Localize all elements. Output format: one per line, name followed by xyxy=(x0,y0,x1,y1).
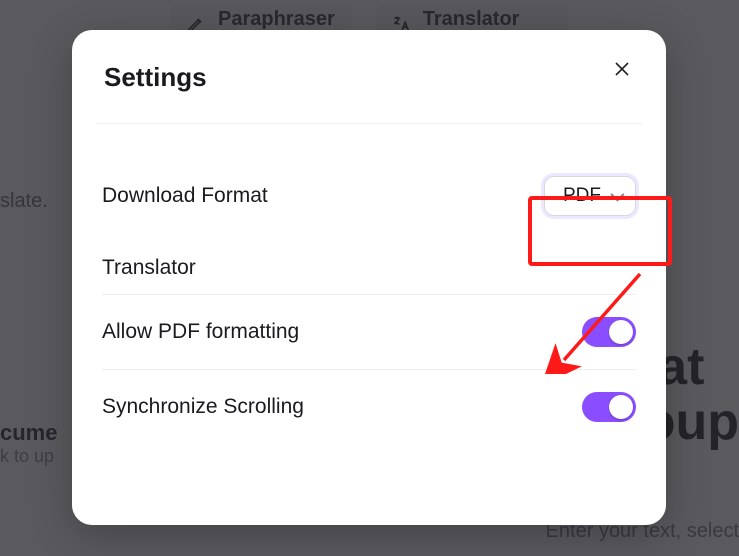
download-format-row: Download Format PDF xyxy=(102,142,636,238)
download-format-label: Download Format xyxy=(102,184,268,208)
close-icon xyxy=(614,60,630,82)
settings-modal: Settings Download Format PDF Translator … xyxy=(72,30,666,525)
sync-scroll-label: Synchronize Scrolling xyxy=(102,395,304,419)
close-button[interactable] xyxy=(610,56,634,87)
allow-pdf-toggle[interactable] xyxy=(582,317,636,347)
translator-section-title: Translator xyxy=(102,238,636,294)
allow-pdf-row: Allow PDF formatting xyxy=(102,295,636,369)
toggle-knob xyxy=(609,320,633,344)
allow-pdf-label: Allow PDF formatting xyxy=(102,320,299,344)
sync-scroll-row: Synchronize Scrolling xyxy=(102,370,636,444)
download-format-value: PDF xyxy=(563,185,601,207)
sync-scroll-toggle[interactable] xyxy=(582,392,636,422)
modal-title: Settings xyxy=(104,62,207,93)
chevron-down-icon xyxy=(610,188,624,202)
download-format-dropdown[interactable]: PDF xyxy=(544,176,636,216)
toggle-knob xyxy=(609,395,633,419)
